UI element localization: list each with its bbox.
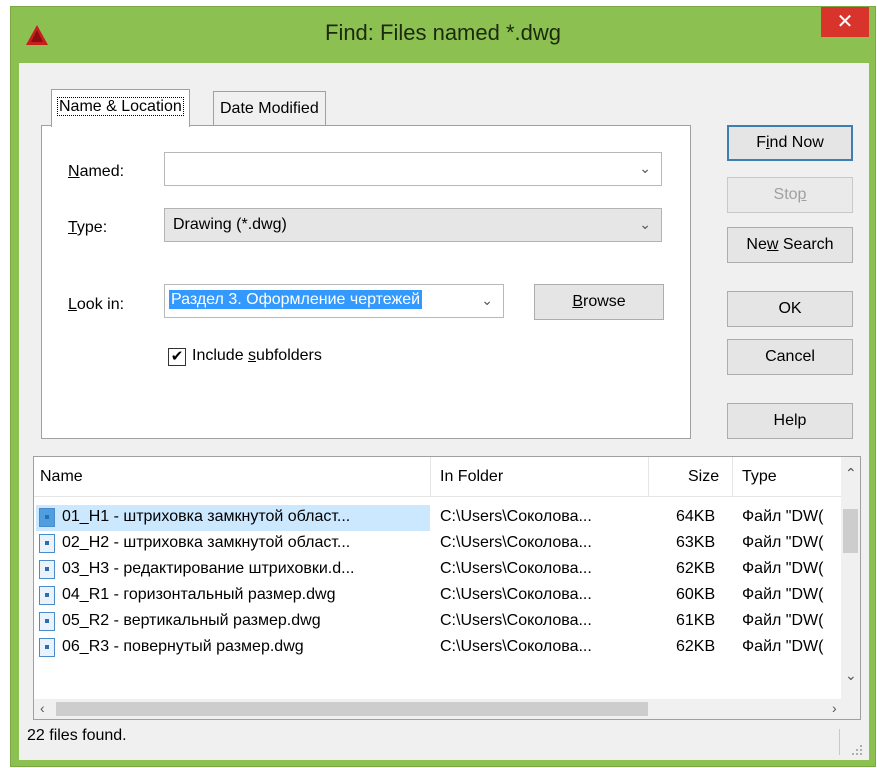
- dialog-body: Name & Location Date Modified Named: ⌄ T…: [19, 63, 869, 760]
- column-header-name[interactable]: Name: [40, 468, 83, 486]
- dwg-file-icon: [39, 560, 55, 579]
- tab-label: Name & Location: [57, 97, 184, 116]
- tab-label: Date Modified: [220, 100, 319, 117]
- named-combobox[interactable]: ⌄: [164, 152, 662, 186]
- cell-folder: C:\Users\Соколова...: [440, 560, 592, 577]
- cell-name: 04_R1 - горизонтальный размер.dwg: [62, 586, 336, 603]
- horizontal-scroll-thumb[interactable]: [56, 702, 648, 716]
- find-now-button[interactable]: Find Now: [727, 125, 853, 161]
- chevron-down-icon[interactable]: ⌄: [639, 216, 651, 233]
- dwg-file-icon: [39, 586, 55, 605]
- cell-type: Файл "DW(: [742, 586, 824, 603]
- column-divider[interactable]: [732, 457, 733, 497]
- cell-size: 64KB: [676, 508, 716, 525]
- cell-size: 63KB: [676, 534, 716, 551]
- type-label: Type:: [68, 219, 108, 236]
- dwg-file-icon: [39, 534, 55, 553]
- dwg-file-icon: [39, 638, 55, 657]
- find-dialog: Find: Files named *.dwg ✕ Name & Locatio…: [10, 6, 876, 767]
- lookin-label: Look in:: [68, 296, 125, 313]
- help-button[interactable]: Help: [727, 403, 853, 439]
- chevron-down-icon[interactable]: ⌄: [639, 160, 651, 177]
- cell-name: 02_H2 - штриховка замкнутой област...: [62, 534, 351, 551]
- vertical-scroll-thumb[interactable]: [843, 509, 858, 553]
- cell-folder: C:\Users\Соколова...: [440, 534, 592, 551]
- column-header-folder[interactable]: In Folder: [440, 468, 503, 486]
- vertical-scrollbar[interactable]: ⌃ ⌄: [841, 457, 860, 700]
- cell-folder: C:\Users\Соколова...: [440, 638, 592, 655]
- cell-folder: C:\Users\Соколова...: [440, 586, 592, 603]
- browse-button[interactable]: Browse: [534, 284, 664, 320]
- column-divider[interactable]: [430, 457, 431, 497]
- cell-size: 62KB: [676, 638, 716, 655]
- close-button[interactable]: ✕: [821, 7, 869, 37]
- new-search-button[interactable]: New Search: [727, 227, 853, 263]
- scroll-down-icon[interactable]: ⌄: [845, 667, 857, 684]
- ok-button[interactable]: OK: [727, 291, 853, 327]
- results-listview[interactable]: Name In Folder Size Type 01_H1 - штрихов…: [33, 456, 861, 720]
- dwg-file-icon: [39, 508, 55, 527]
- chevron-down-icon[interactable]: ⌄: [481, 292, 493, 309]
- cell-folder: C:\Users\Соколова...: [440, 508, 592, 525]
- list-header: Name In Folder Size Type: [34, 457, 842, 497]
- title-bar[interactable]: Find: Files named *.dwg ✕: [11, 7, 875, 63]
- tab-name-location[interactable]: Name & Location: [51, 89, 190, 127]
- table-row[interactable]: 06_R3 - повернутый размер.dwg C:\Users\С…: [34, 635, 842, 661]
- include-subfolders-label[interactable]: Include subfolders: [192, 347, 322, 365]
- cell-type: Файл "DW(: [742, 638, 824, 655]
- scroll-left-icon[interactable]: ‹: [40, 700, 45, 716]
- table-row[interactable]: 01_H1 - штриховка замкнутой област... C:…: [34, 505, 842, 531]
- column-divider[interactable]: [648, 457, 649, 497]
- table-row[interactable]: 02_H2 - штриховка замкнутой област... C:…: [34, 531, 842, 557]
- cell-size: 60KB: [676, 586, 716, 603]
- column-header-size[interactable]: Size: [688, 468, 719, 486]
- cell-size: 62KB: [676, 560, 716, 577]
- table-row[interactable]: 04_R1 - горизонтальный размер.dwg C:\Use…: [34, 583, 842, 609]
- cell-size: 61KB: [676, 612, 716, 629]
- horizontal-scrollbar[interactable]: ‹ ›: [34, 699, 860, 719]
- dwg-file-icon: [39, 612, 55, 631]
- table-row[interactable]: 05_R2 - вертикальный размер.dwg C:\Users…: [34, 609, 842, 635]
- status-divider: [839, 729, 840, 755]
- type-combobox[interactable]: Drawing (*.dwg) ⌄: [164, 208, 662, 242]
- cell-name: 06_R3 - повернутый размер.dwg: [62, 638, 304, 655]
- window-title: Find: Files named *.dwg: [325, 20, 561, 45]
- status-text: 22 files found.: [27, 727, 127, 744]
- stop-button[interactable]: Stop: [727, 177, 853, 213]
- tab-date-modified[interactable]: Date Modified: [213, 91, 326, 125]
- type-value: Drawing (*.dwg): [173, 216, 287, 233]
- include-subfolders-checkbox[interactable]: ✔: [168, 348, 186, 366]
- column-header-type[interactable]: Type: [742, 468, 777, 486]
- cell-name: 03_H3 - редактирование штриховки.d...: [62, 560, 355, 577]
- resize-grip-icon[interactable]: [851, 744, 863, 756]
- cell-type: Файл "DW(: [742, 612, 824, 629]
- cell-type: Файл "DW(: [742, 508, 824, 525]
- cell-name: 01_H1 - штриховка замкнутой област...: [62, 508, 351, 525]
- lookin-combobox[interactable]: Раздел 3. Оформление чертежей ⌄: [164, 284, 504, 318]
- cell-type: Файл "DW(: [742, 560, 824, 577]
- cancel-button[interactable]: Cancel: [727, 339, 853, 375]
- named-label: Named:: [68, 163, 125, 180]
- cell-type: Файл "DW(: [742, 534, 824, 551]
- scroll-up-icon[interactable]: ⌃: [845, 465, 857, 482]
- tab-panel: Named: ⌄ Type: Drawing (*.dwg) ⌄ Look in…: [41, 125, 691, 439]
- table-row[interactable]: 03_H3 - редактирование штриховки.d... C:…: [34, 557, 842, 583]
- lookin-value: Раздел 3. Оформление чертежей: [169, 290, 423, 309]
- scroll-right-icon[interactable]: ›: [832, 700, 837, 716]
- cell-folder: C:\Users\Соколова...: [440, 612, 592, 629]
- status-bar: 22 files found.: [27, 727, 857, 755]
- cell-name: 05_R2 - вертикальный размер.dwg: [62, 612, 321, 629]
